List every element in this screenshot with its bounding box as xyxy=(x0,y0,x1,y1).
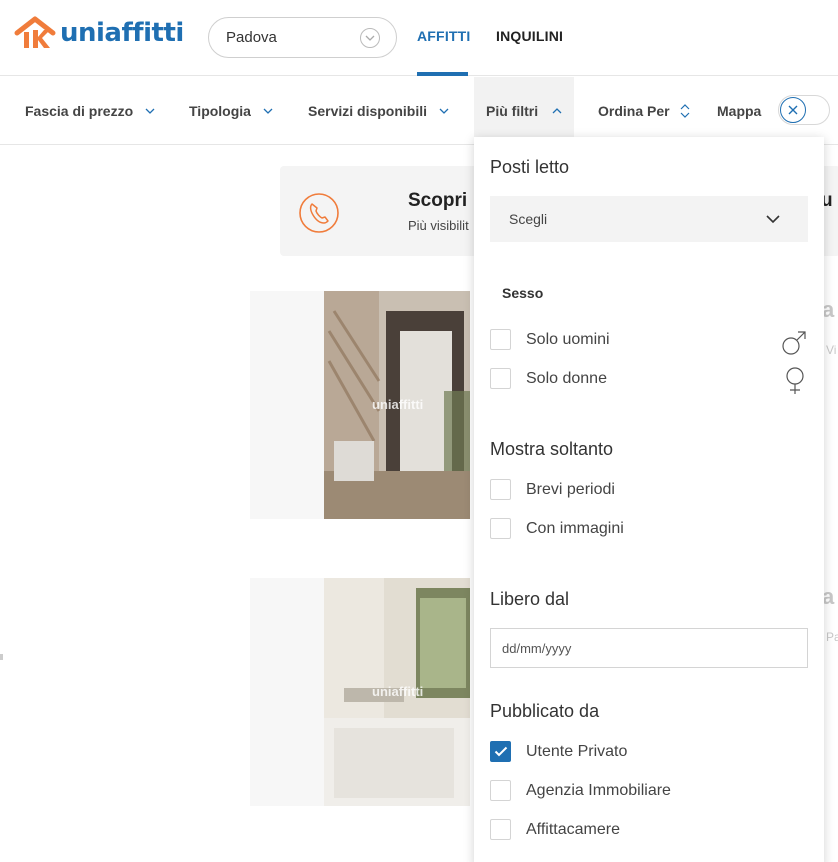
option-label: Con immagini xyxy=(526,519,624,537)
beds-select[interactable]: Scegli xyxy=(490,196,808,242)
filter-sort-label: Ordina Per xyxy=(598,102,670,119)
option-label: Brevi periodi xyxy=(526,480,615,498)
female-icon xyxy=(786,367,804,394)
option-label: Affittacamere xyxy=(526,820,620,838)
promo-subtitle: Più visibilit xyxy=(408,218,469,233)
option-affittacamere[interactable]: Affittacamere xyxy=(490,819,620,840)
male-icon xyxy=(782,331,806,355)
option-con-immagini[interactable]: Con immagini xyxy=(490,518,624,539)
phone-icon xyxy=(299,193,339,233)
option-label: Utente Privato xyxy=(526,742,628,760)
chevron-down-icon xyxy=(263,108,273,114)
option-label: Solo donne xyxy=(526,369,607,387)
checkbox[interactable] xyxy=(490,518,511,539)
top-header: uniaffitti Padova AFFITTI INQUILINI xyxy=(0,0,838,76)
beds-select-value: Scegli xyxy=(509,211,548,227)
promo-title: Scopri xyxy=(408,190,468,211)
filter-type-label: Tipologia xyxy=(189,102,251,119)
free-from-date-input[interactable] xyxy=(490,628,808,668)
filter-map-label: Mappa xyxy=(717,102,762,119)
listing-card-bg xyxy=(250,578,324,806)
option-solo-uomini[interactable]: Solo uomini xyxy=(490,329,610,350)
logo-house-icon xyxy=(14,16,56,48)
close-icon xyxy=(780,97,806,123)
filter-services-label: Servizi disponibili xyxy=(308,102,428,119)
filter-services[interactable]: Servizi disponibili xyxy=(308,77,449,144)
logo[interactable]: uniaffitti xyxy=(14,16,184,50)
checkmark-icon xyxy=(494,746,507,757)
checkbox[interactable] xyxy=(490,368,511,389)
checkbox[interactable] xyxy=(490,479,511,500)
chevron-down-icon xyxy=(439,108,449,114)
listing-photo[interactable]: uniaffitti xyxy=(324,578,470,806)
option-brevi-periodi[interactable]: Brevi periodi xyxy=(490,479,615,500)
filter-price[interactable]: Fascia di prezzo xyxy=(25,77,155,144)
chevron-down-icon xyxy=(145,108,155,114)
filter-map: Mappa xyxy=(717,77,761,144)
published-by-title: Pubblicato da xyxy=(490,701,600,721)
more-filters-panel: Posti letto Scegli Sesso Solo uomini Sol… xyxy=(474,137,824,862)
sex-title: Sesso xyxy=(502,285,544,301)
filter-sort[interactable]: Ordina Per xyxy=(598,77,690,144)
listing-watermark: uniaffitti xyxy=(372,397,424,412)
city-select-value: Padova xyxy=(226,29,277,46)
logo-text: uniaffitti xyxy=(60,18,184,48)
city-select[interactable]: Padova xyxy=(208,17,397,58)
beds-title: Posti letto xyxy=(490,157,570,177)
checkbox[interactable] xyxy=(490,819,511,840)
option-label: Agenzia Immobiliare xyxy=(526,781,671,799)
nav-affitti[interactable]: AFFITTI xyxy=(417,28,471,44)
checkbox[interactable] xyxy=(490,780,511,801)
filter-more[interactable]: Più filtri xyxy=(474,77,575,144)
listing-subtitle-fragment: Pa xyxy=(826,630,838,644)
option-utente-privato[interactable]: Utente Privato xyxy=(490,741,627,762)
option-label: Solo uomini xyxy=(526,330,610,348)
free-from-title: Libero dal xyxy=(490,589,570,609)
map-toggle[interactable] xyxy=(778,95,830,125)
filter-type[interactable]: Tipologia xyxy=(189,77,273,144)
filter-price-label: Fascia di prezzo xyxy=(25,102,134,119)
chevron-down-icon xyxy=(360,28,380,48)
page: uniaffitti Padova AFFITTI INQUILINI Fasc… xyxy=(0,0,838,862)
option-agenzia-immobiliare[interactable]: Agenzia Immobiliare xyxy=(490,780,671,801)
chevron-down-icon xyxy=(766,211,780,227)
nav-active-underline xyxy=(417,72,468,76)
listing-card-bg xyxy=(250,291,324,519)
listing-watermark: uniaffitti xyxy=(372,684,424,699)
checkbox[interactable] xyxy=(490,329,511,350)
edge-marker xyxy=(0,654,3,660)
listing-subtitle-fragment: Vi xyxy=(826,343,837,357)
nav-inquilini[interactable]: INQUILINI xyxy=(496,28,563,44)
filter-bar: Fascia di prezzo Tipologia Servizi dispo… xyxy=(0,77,838,145)
show-only-title: Mostra soltanto xyxy=(490,439,614,459)
sort-updown-icon xyxy=(680,103,690,118)
listing-photo[interactable]: uniaffitti xyxy=(324,291,470,519)
option-solo-donne[interactable]: Solo donne xyxy=(490,368,607,389)
filter-more-label: Più filtri xyxy=(486,102,539,119)
checkbox-checked[interactable] xyxy=(490,741,511,762)
chevron-up-icon xyxy=(552,107,562,114)
